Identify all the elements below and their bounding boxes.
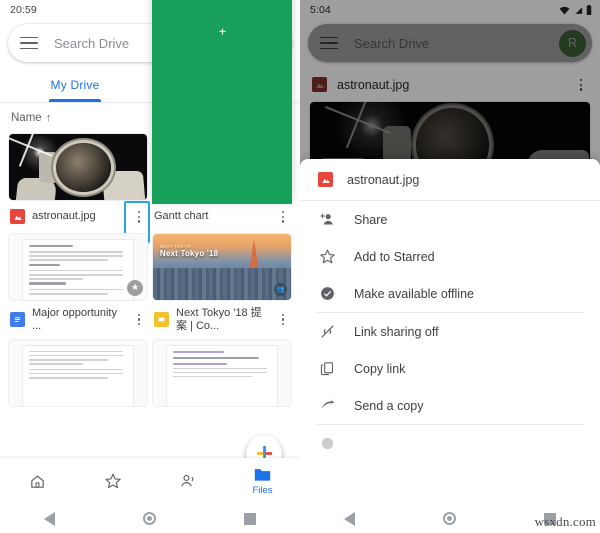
menu-item-label: Make available offline — [354, 286, 474, 301]
tab-my-drive-label: My Drive — [50, 78, 100, 92]
file-meta: Gantt chart — [152, 0, 292, 227]
tokyo-skyline: NEXT TOKYO Next Tokyo '18 👥 — [153, 233, 291, 300]
menu-item-make-available-offline[interactable]: Make available offline — [300, 275, 600, 312]
menu-item-add-to-starred[interactable]: Add to Starred — [300, 238, 600, 275]
menu-item-label: Link sharing off — [354, 324, 439, 339]
menu-item-label: Copy link — [354, 361, 406, 376]
file-name: astronaut.jpg — [32, 210, 96, 223]
file-name: Major opportunity ... — [32, 306, 117, 332]
astronaut-photo — [9, 134, 147, 200]
nav-item-files-label: Files — [252, 485, 273, 496]
back-button[interactable] — [44, 511, 55, 526]
file-meta: astronaut.jpg — [8, 201, 150, 243]
docs-file-icon — [10, 312, 25, 328]
slides-file-icon — [154, 312, 169, 328]
menu-item-share[interactable]: Share — [300, 201, 600, 238]
copy-icon — [318, 360, 336, 378]
sheets-file-icon — [152, 0, 292, 204]
star-icon — [104, 473, 121, 489]
menu-item-link-sharing-off[interactable]: Link sharing off — [300, 313, 600, 350]
android-system-nav — [0, 504, 300, 533]
star-outline-icon — [318, 248, 336, 266]
menu-item-copy-link[interactable]: Copy link — [300, 350, 600, 387]
nav-item-shared[interactable] — [150, 472, 225, 490]
file-thumbnail[interactable] — [152, 338, 292, 407]
file-card-gantt[interactable]: GANTT CHART TEMPLATE ★ — [152, 0, 292, 233]
document-page — [22, 239, 134, 300]
image-file-icon — [10, 209, 25, 225]
nav-item-files[interactable]: Files — [225, 466, 300, 496]
hamburger-menu-icon[interactable] — [20, 36, 38, 50]
starred-badge: ★ — [127, 279, 143, 296]
file-name: Next Tokyo '18 提案 | Co... — [176, 306, 262, 332]
file-name: Gantt chart — [154, 210, 209, 223]
nav-item-home[interactable] — [0, 473, 75, 490]
file-card-major-opportunity[interactable]: ★ Major opportunity ... — [8, 232, 148, 339]
person-add-icon — [318, 211, 336, 229]
menu-item-label — [354, 437, 357, 451]
recents-button[interactable] — [244, 512, 256, 525]
sheet-header: astronaut.jpg — [300, 159, 600, 200]
bottom-sheet-menu: astronaut.jpg Share Add to Starred Make … — [300, 159, 600, 504]
file-meta: Next Tokyo '18 提案 | Co... — [152, 301, 292, 333]
file-card-astronaut[interactable]: astronaut.jpg — [8, 133, 150, 243]
document-page — [22, 345, 134, 406]
back-button[interactable] — [344, 511, 355, 526]
status-time: 20:59 — [10, 4, 37, 16]
file-thumbnail[interactable]: NEXT TOKYO Next Tokyo '18 👥 — [152, 232, 292, 301]
sort-by-button[interactable]: Name ↑ — [11, 112, 51, 124]
file-card-partial-right[interactable] — [152, 338, 292, 413]
right-phone-screen: 5:04 Search Drive R astronaut.jpg astron… — [300, 0, 600, 533]
bottom-navigation: Files — [0, 458, 300, 504]
files-folder-icon — [254, 469, 271, 481]
home-button[interactable] — [443, 512, 456, 525]
overflow-menu-icon[interactable] — [276, 207, 290, 227]
file-thumbnail[interactable]: ★ — [8, 232, 148, 301]
link-off-icon — [318, 323, 336, 341]
file-meta: Major opportunity ... — [8, 301, 148, 333]
sort-direction-icon: ↑ — [45, 112, 52, 124]
left-phone-screen: 20:59 30% Search Drive R My Drive Team D… — [0, 0, 300, 533]
dual-screenshot: 20:59 30% Search Drive R My Drive Team D… — [0, 0, 600, 533]
nav-item-starred[interactable] — [75, 472, 150, 490]
overflow-menu-icon[interactable] — [132, 207, 146, 227]
menu-item-label: Add to Starred — [354, 249, 435, 264]
overflow-menu-icon[interactable] — [132, 310, 146, 330]
overflow-menu-icon[interactable] — [276, 310, 290, 330]
file-thumbnail[interactable] — [8, 338, 148, 407]
shared-badge: 👥 — [274, 282, 287, 296]
home-icon — [31, 474, 44, 488]
home-button[interactable] — [143, 512, 156, 525]
sheet-title: astronaut.jpg — [347, 172, 420, 187]
menu-item-label: Send a copy — [354, 398, 424, 413]
watermark: wsxdn.com — [534, 514, 596, 529]
image-file-icon — [318, 172, 333, 187]
file-card-partial-left[interactable] — [8, 338, 148, 413]
menu-item-partial[interactable] — [300, 425, 600, 462]
send-arrow-icon — [318, 397, 336, 415]
menu-item-send-a-copy[interactable]: Send a copy — [300, 387, 600, 424]
menu-item-label: Share — [354, 212, 388, 227]
document-page — [166, 345, 278, 406]
sort-label: Name — [11, 112, 42, 124]
shared-people-icon — [180, 474, 193, 487]
file-grid: astronaut.jpg GANTT CHART TEMPLATE — [0, 0, 300, 413]
file-thumbnail[interactable] — [8, 133, 148, 201]
tab-my-drive[interactable]: My Drive — [0, 68, 150, 102]
offline-check-icon — [318, 285, 336, 303]
file-card-next-tokyo[interactable]: NEXT TOKYO Next Tokyo '18 👥 Next Tokyo '1… — [152, 232, 292, 339]
partial-icon — [318, 435, 336, 453]
